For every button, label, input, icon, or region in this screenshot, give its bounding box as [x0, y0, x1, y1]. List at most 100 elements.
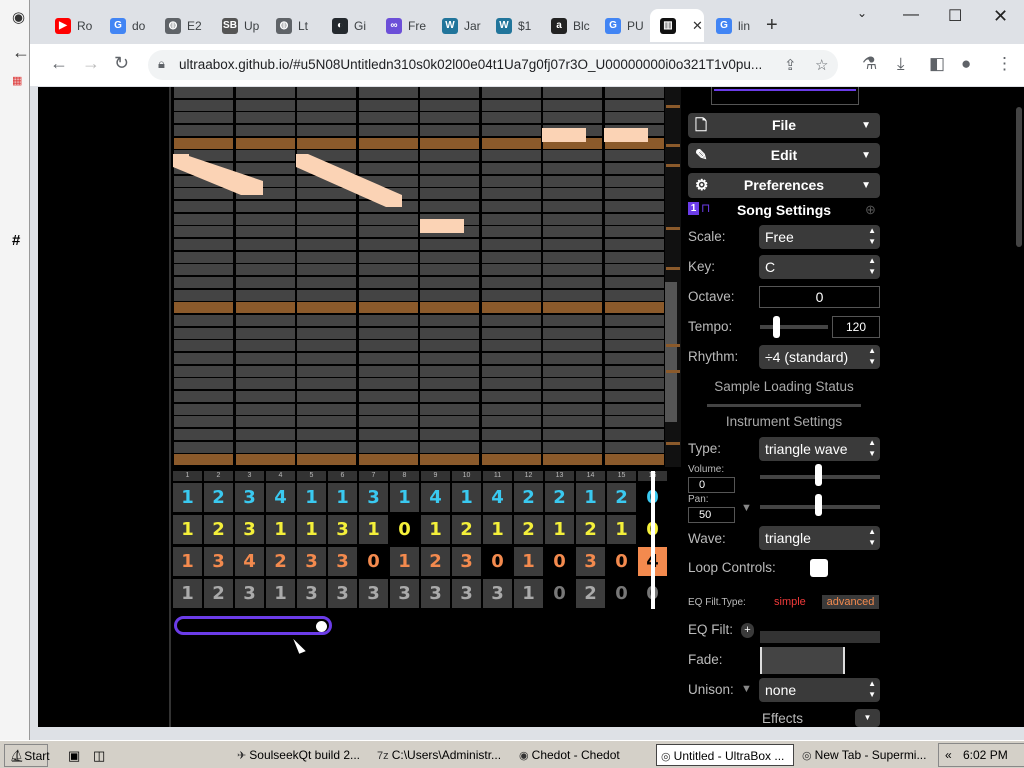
pattern-cell[interactable]: 3: [359, 483, 388, 512]
pattern-cell[interactable]: 1: [576, 483, 605, 512]
taskbar-item[interactable]: 7z C:\Users\Administr...: [373, 744, 511, 766]
pattern-grid[interactable]: 1234113141422120123113101212121013423301…: [173, 483, 668, 611]
pattern-cell[interactable]: 2: [204, 579, 233, 608]
bar-number[interactable]: 3: [235, 471, 264, 481]
pattern-cell[interactable]: 1: [452, 483, 481, 512]
pattern-cell[interactable]: 0: [359, 547, 388, 576]
key-select[interactable]: C ▲ ▼: [759, 255, 880, 279]
pattern-cell[interactable]: 1: [390, 483, 419, 512]
pattern-scrollbar[interactable]: [174, 616, 332, 635]
minimize-button[interactable]: —: [903, 6, 919, 24]
tab-10[interactable]: G PU: [595, 9, 649, 42]
tray-expand-icon[interactable]: «: [945, 744, 952, 766]
bar-number[interactable]: 1: [173, 471, 202, 481]
wave-select[interactable]: triangle ▲ ▼: [759, 526, 880, 550]
tab-3[interactable]: SB Up: [212, 9, 266, 42]
pattern-cell[interactable]: 3: [359, 579, 388, 608]
bar-number[interactable]: 14: [576, 471, 605, 481]
instrument-type-select[interactable]: triangle wave ▲ ▼: [759, 437, 880, 461]
scale-select[interactable]: Free ▲ ▼: [759, 225, 880, 249]
pattern-cell[interactable]: 4: [266, 483, 295, 512]
pattern-cell[interactable]: 1: [421, 515, 450, 544]
show-desktop-icon[interactable]: ▣: [68, 744, 80, 767]
loop-controls-checkbox[interactable]: [810, 559, 828, 577]
pitch-bend-note[interactable]: [173, 154, 263, 195]
close-tab-icon[interactable]: ✕: [692, 18, 703, 34]
pattern-cell[interactable]: 3: [328, 547, 357, 576]
taskbar-item[interactable]: ◎ New Tab - Supermi...: [798, 744, 936, 766]
pattern-cell[interactable]: 1: [514, 579, 543, 608]
start-button[interactable]: ⛵︎Start: [4, 744, 50, 767]
tempo-slider[interactable]: [760, 325, 828, 329]
note-slides[interactable]: [173, 87, 664, 467]
tab-12[interactable]: Glin: [706, 9, 760, 42]
bar-number[interactable]: 5: [297, 471, 326, 481]
pattern-cell[interactable]: 3: [390, 579, 419, 608]
reload-button[interactable]: ↻: [114, 53, 129, 74]
eq-advanced-button[interactable]: advanced: [822, 595, 879, 609]
preferences-menu-button[interactable]: ⚙ Preferences ▼: [688, 173, 880, 198]
pattern-cell[interactable]: 2: [421, 547, 450, 576]
bar-number[interactable]: 7: [359, 471, 388, 481]
bar-number[interactable]: 10: [452, 471, 481, 481]
pattern-cell[interactable]: 2: [204, 515, 233, 544]
pattern-cell[interactable]: 3: [452, 547, 481, 576]
pattern-cell[interactable]: 3: [328, 515, 357, 544]
tempo-slider-knob[interactable]: [773, 316, 780, 338]
bar-number[interactable]: 2: [204, 471, 233, 481]
flask-icon[interactable]: ⚗: [862, 54, 877, 74]
tab-4[interactable]: ◍ Lt: [266, 9, 320, 42]
pattern-cell[interactable]: 1: [266, 515, 295, 544]
pattern-cell[interactable]: 0: [607, 579, 636, 608]
pattern-cell[interactable]: 2: [514, 483, 543, 512]
maximize-button[interactable]: ☐: [948, 6, 962, 26]
bar-number[interactable]: 15: [607, 471, 636, 481]
pitch-bend-note[interactable]: [296, 154, 402, 207]
tab-8[interactable]: W $1: [486, 9, 540, 42]
pattern-cell[interactable]: 0: [607, 547, 636, 576]
piano-roll[interactable]: [173, 87, 664, 467]
pattern-cell[interactable]: 1: [328, 483, 357, 512]
pattern-cell[interactable]: 1: [297, 483, 326, 512]
pan-input[interactable]: 50: [688, 507, 735, 523]
pattern-cell[interactable]: 3: [421, 579, 450, 608]
pattern-cell[interactable]: 1: [359, 515, 388, 544]
pattern-cell[interactable]: 1: [483, 515, 512, 544]
bar-number[interactable]: 8: [390, 471, 419, 481]
pattern-cell[interactable]: 1: [514, 547, 543, 576]
pattern-cell[interactable]: 1: [173, 547, 202, 576]
pattern-cell[interactable]: 0: [390, 515, 419, 544]
pattern-cell[interactable]: 3: [297, 547, 326, 576]
pattern-cell[interactable]: 3: [235, 483, 264, 512]
pattern-cell[interactable]: 2: [576, 515, 605, 544]
pattern-cell[interactable]: 3: [452, 579, 481, 608]
address-bar[interactable]: 🔒︎ ultraabox.github.io/#u5N08Untitledn31…: [148, 50, 838, 80]
fade-envelope[interactable]: [760, 647, 845, 674]
pattern-cell[interactable]: 1: [266, 579, 295, 608]
tab-1[interactable]: Gdo: [100, 9, 154, 42]
pattern-cell[interactable]: 2: [266, 547, 295, 576]
rhythm-select[interactable]: ÷4 (standard) ▲ ▼: [759, 345, 880, 369]
pattern-cell[interactable]: 3: [235, 579, 264, 608]
close-window-button[interactable]: ✕: [993, 6, 1008, 27]
bar-number[interactable]: 6: [328, 471, 357, 481]
back-button[interactable]: ←: [50, 53, 68, 74]
pattern-cell[interactable]: 0: [483, 547, 512, 576]
unison-select[interactable]: none ▲ ▼: [759, 678, 880, 702]
pattern-cell[interactable]: 2: [576, 579, 605, 608]
pattern-cell[interactable]: 3: [235, 515, 264, 544]
eq-add-button[interactable]: +: [741, 623, 754, 638]
bookmark-star-icon[interactable]: ☆: [815, 56, 828, 74]
unison-dropdown-icon[interactable]: ▼: [741, 683, 752, 695]
quick-launch-icon[interactable]: ◫: [93, 744, 105, 767]
download-icon[interactable]: ⤓: [897, 54, 905, 74]
pattern-cell[interactable]: 4: [235, 547, 264, 576]
pattern-cell[interactable]: 1: [173, 579, 202, 608]
pattern-cell[interactable]: 3: [576, 547, 605, 576]
pattern-cell[interactable]: 2: [607, 483, 636, 512]
pattern-cell[interactable]: 1: [390, 547, 419, 576]
pan-dropdown-icon[interactable]: ▼: [741, 502, 752, 514]
tab-0[interactable]: ▶ Ro: [45, 9, 99, 42]
page-scrollbar[interactable]: [1016, 107, 1022, 247]
pattern-cell[interactable]: 1: [173, 515, 202, 544]
